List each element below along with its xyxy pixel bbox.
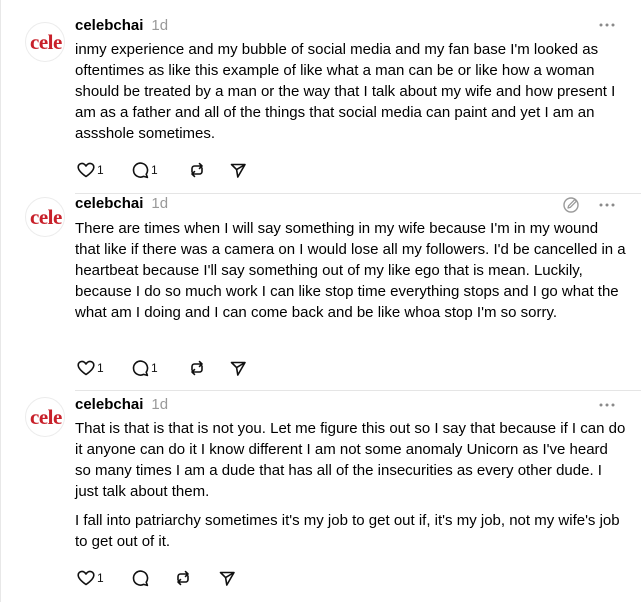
post-text: inmy experience and my bubble of social … [75,41,616,142]
username[interactable]: celebchai [75,396,143,413]
more-horizontal-icon[interactable] [598,200,616,210]
reply-count: 1 [151,163,158,177]
heart-icon [77,570,95,586]
send-icon [230,163,246,178]
post-body: inmy experience and my bubble of social … [75,39,627,144]
avatar-text: cele [30,205,62,229]
reply-button[interactable]: 1 [130,358,158,378]
like-count: 1 [97,361,104,375]
post-text: That is that is that is not you. Let me … [75,420,626,500]
heart-icon [77,360,95,376]
reply-button[interactable]: 1 [130,160,158,180]
share-button[interactable] [228,160,248,180]
repost-icon [191,360,203,376]
thread-feed: cele celebchai 1d inmy experience and my … [0,0,641,602]
repost-button[interactable] [173,568,193,588]
left-border [0,0,1,602]
like-count: 1 [97,163,104,177]
timestamp: 1d [151,17,169,34]
more-horizontal-icon[interactable] [598,400,616,410]
avatar[interactable]: cele [25,197,65,237]
timestamp: 1d [151,396,169,413]
like-button[interactable]: 1 [76,160,104,180]
comment-icon [132,162,149,179]
repost-button[interactable] [187,160,207,180]
repost-button[interactable] [187,358,207,378]
avatar[interactable]: cele [25,397,65,437]
post-text: I fall into patriarchy sometimes it's my… [75,512,620,550]
repost-icon [177,570,189,586]
divider [75,390,641,391]
post-body: There are times when I will say somethin… [75,218,627,323]
post-text: There are times when I will say somethin… [75,220,626,321]
username[interactable]: celebchai [75,17,143,34]
post-body: That is that is that is not you. Let me … [75,418,627,552]
avatar-text: cele [30,30,62,54]
share-button[interactable] [228,358,248,378]
heart-icon [77,162,95,178]
send-icon [219,571,235,586]
like-button[interactable]: 1 [76,358,104,378]
like-button[interactable]: 1 [76,568,104,588]
like-count: 1 [97,571,104,585]
more-horizontal-icon[interactable] [598,20,616,30]
comment-icon [132,360,149,377]
reply-count: 1 [151,361,158,375]
send-icon [230,361,246,376]
post-header: celebchai 1d [75,193,168,215]
share-button[interactable] [217,568,237,588]
post-header: celebchai 1d [75,394,168,416]
avatar[interactable]: cele [25,22,65,62]
username[interactable]: celebchai [75,195,143,212]
comment-icon [132,570,149,587]
edit-icon[interactable] [561,195,581,215]
repost-icon [191,162,203,178]
post-header: celebchai 1d [75,15,168,37]
reply-button[interactable] [130,568,150,588]
avatar-text: cele [30,405,62,429]
timestamp: 1d [151,195,169,212]
